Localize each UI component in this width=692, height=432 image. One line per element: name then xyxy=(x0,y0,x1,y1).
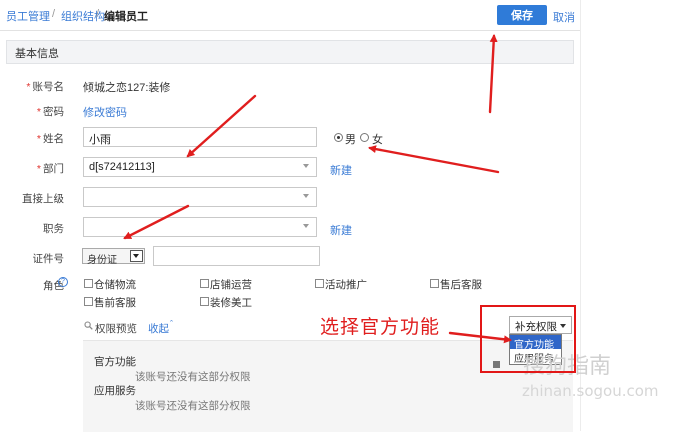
cancel-link[interactable]: 取消 xyxy=(553,9,575,25)
breadcrumb-employee-management[interactable]: 员工管理 xyxy=(6,8,50,24)
name-input[interactable]: 小雨 xyxy=(83,127,317,147)
chevron-down-icon xyxy=(303,194,309,198)
account-value: 倾城之恋127:装修 xyxy=(83,82,171,94)
new-position-link[interactable]: 新建 xyxy=(330,222,352,238)
department-label: * 部门 xyxy=(36,163,64,175)
name-input-value: 小雨 xyxy=(89,134,111,146)
role-label: 店铺运营 xyxy=(210,279,252,291)
account-label: * 账号名 xyxy=(26,81,64,93)
role-label: 售前客服 xyxy=(94,297,136,309)
annotation-callout: 选择官方功能 xyxy=(320,316,441,338)
password-label: * 密码 xyxy=(36,106,64,118)
supervisor-label: 直接上级 xyxy=(22,193,64,205)
name-label: * 姓名 xyxy=(36,133,64,145)
watermark-url: zhinan.sogou.com xyxy=(522,382,659,400)
permission-group-title: 应用服务 xyxy=(94,385,136,397)
supervisor-select[interactable] xyxy=(83,187,317,207)
page-title: 编辑员工 xyxy=(104,11,148,23)
id-type-value: 身份证 xyxy=(87,255,117,266)
role-label: 活动推广 xyxy=(325,279,367,291)
permission-group-empty: 该账号还没有这部分权限 xyxy=(135,400,251,412)
position-select[interactable] xyxy=(83,217,317,237)
role-checkbox[interactable] xyxy=(200,297,209,306)
chevron-down-icon xyxy=(130,250,143,262)
department-select[interactable]: d[s72412113] xyxy=(83,157,317,177)
breadcrumb-separator: / xyxy=(96,8,100,20)
collapse-link[interactable]: 收起 xyxy=(148,321,169,336)
section-header: 基本信息 xyxy=(6,40,574,64)
id-number-label: 证件号 xyxy=(32,253,65,265)
roles-label: 角色 xyxy=(43,280,64,292)
role-checkbox[interactable] xyxy=(315,279,324,288)
chevron-up-icon: ˆ xyxy=(170,319,173,329)
role-checkbox[interactable] xyxy=(84,279,93,288)
role-label: 售后客服 xyxy=(440,279,482,291)
change-password-link[interactable]: 修改密码 xyxy=(83,104,127,120)
gender-male-radio[interactable] xyxy=(334,133,343,142)
section-title: 基本信息 xyxy=(15,48,59,60)
chevron-down-icon xyxy=(303,224,309,228)
chevron-down-icon xyxy=(303,164,309,168)
role-checkbox[interactable] xyxy=(84,297,93,306)
arrow-to-department xyxy=(186,94,257,158)
arrow-to-gender xyxy=(368,145,500,174)
department-select-value: d[s72412113] xyxy=(89,161,155,173)
role-checkbox[interactable] xyxy=(200,279,209,288)
role-label: 仓储物流 xyxy=(94,279,136,291)
role-checkbox[interactable] xyxy=(430,279,439,288)
help-icon[interactable]: ? xyxy=(58,277,68,287)
position-label: 职务 xyxy=(43,223,64,235)
permission-group-title: 官方功能 xyxy=(94,356,136,368)
search-icon xyxy=(84,321,93,330)
gender-male-label: 男 xyxy=(345,134,356,146)
breadcrumb-separator: / xyxy=(52,8,56,20)
role-label: 装修美工 xyxy=(210,297,252,309)
gender-female-label: 女 xyxy=(372,134,383,146)
permission-preview-label: 权限预览 xyxy=(95,323,137,335)
new-department-link[interactable]: 新建 xyxy=(330,162,352,178)
highlight-box xyxy=(480,305,576,373)
id-number-input[interactable] xyxy=(153,246,320,266)
permission-group-empty: 该账号还没有这部分权限 xyxy=(135,371,251,383)
gender-female-radio[interactable] xyxy=(360,133,369,142)
save-button[interactable]: 保存 xyxy=(497,5,547,25)
id-type-select[interactable]: 身份证 xyxy=(82,248,145,266)
